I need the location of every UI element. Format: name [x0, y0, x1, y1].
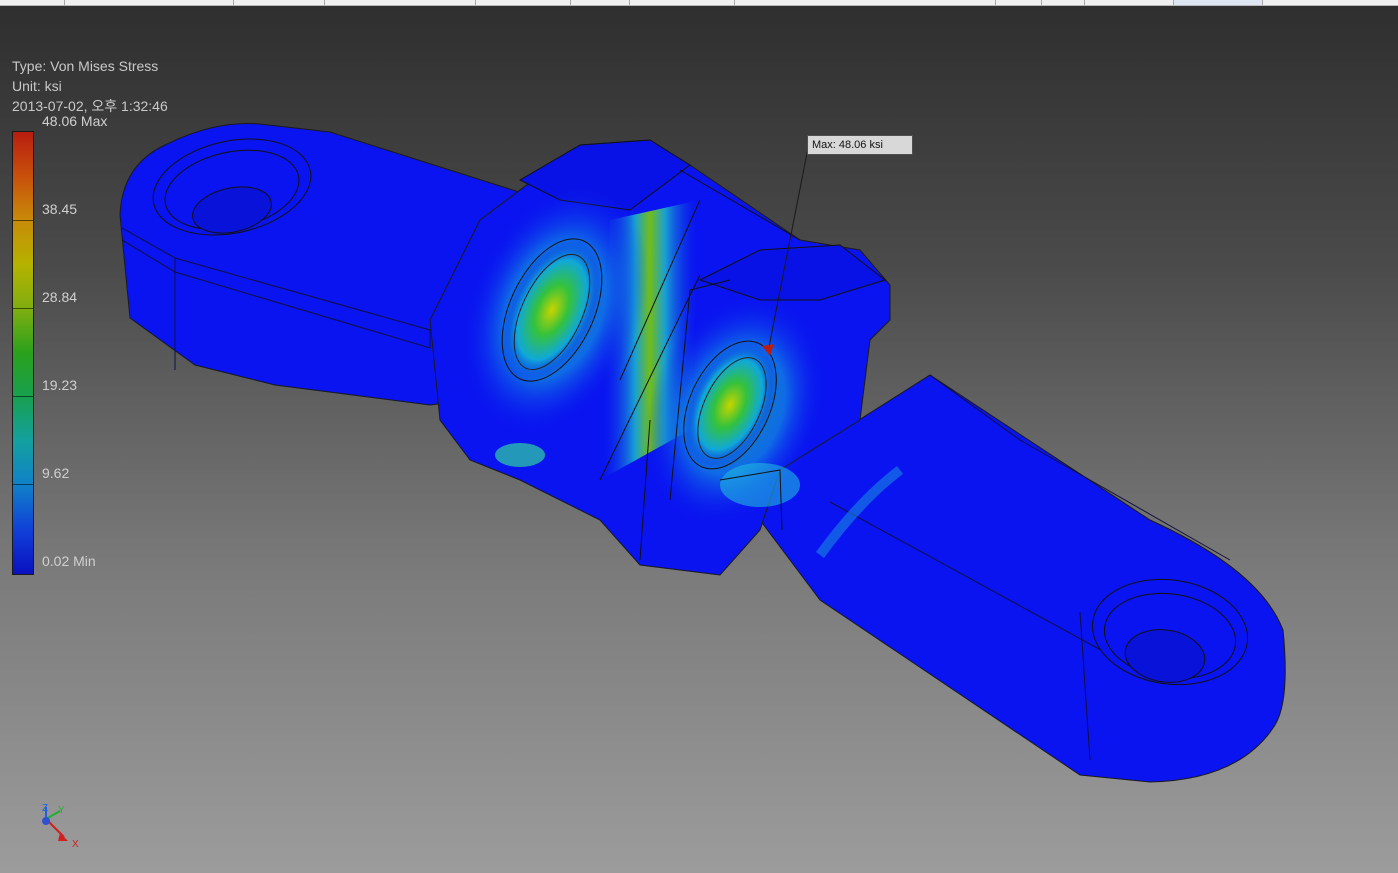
ribbon-tab[interactable] — [571, 0, 630, 5]
triad-y-label: Y — [58, 805, 65, 816]
view-axis-triad-icon[interactable]: Z Y X — [34, 799, 94, 859]
ribbon-tab[interactable] — [735, 0, 996, 5]
ribbon-tab[interactable] — [325, 0, 476, 5]
max-stress-callout[interactable]: Max: 48.06 ksi — [807, 135, 913, 155]
ribbon-tab-active[interactable] — [1174, 0, 1263, 5]
ribbon-tab[interactable] — [234, 0, 325, 5]
graphics-viewport[interactable]: Type: Von Mises Stress Unit: ksi 2013-07… — [0, 6, 1398, 873]
right-arm — [759, 374, 1286, 783]
ribbon-tab[interactable] — [996, 0, 1042, 5]
ribbon-tab[interactable] — [1085, 0, 1174, 5]
ribbon-tab[interactable] — [630, 0, 735, 5]
stress-model-render[interactable] — [0, 6, 1398, 873]
ribbon-tab[interactable] — [65, 0, 234, 5]
triad-x-label: X — [72, 839, 79, 850]
ribbon-tab[interactable] — [0, 0, 65, 5]
ribbon-tab[interactable] — [476, 0, 571, 5]
ribbon-tab[interactable] — [1042, 0, 1085, 5]
triad-z-label: Z — [42, 803, 48, 814]
